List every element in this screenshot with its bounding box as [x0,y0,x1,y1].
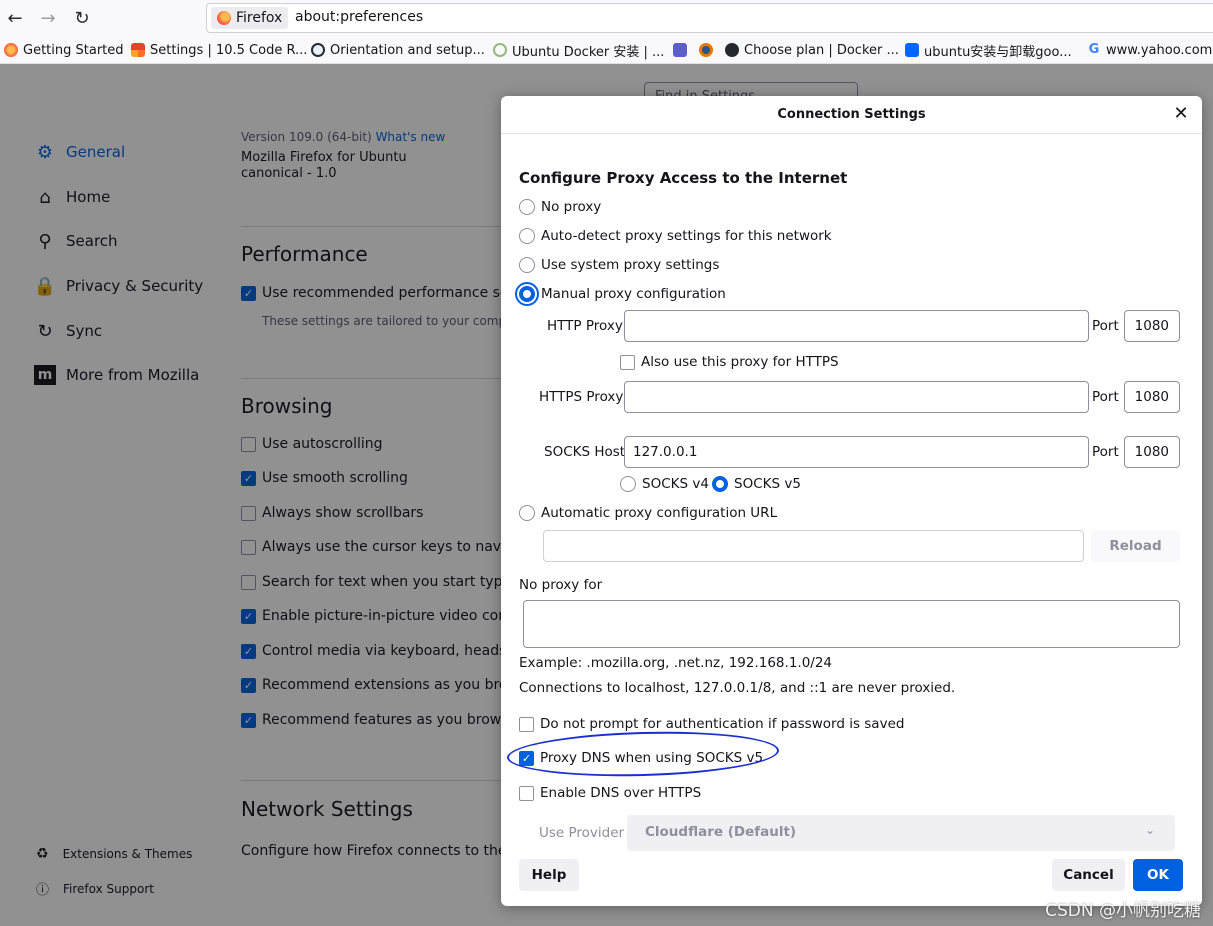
dns-over-https-checkbox[interactable]: Enable DNS over HTTPS [519,785,701,801]
bookmarks-toolbar: Getting Started Settings | 10.5 Code R..… [0,36,1213,64]
cancel-button[interactable]: Cancel [1052,859,1125,891]
identity-box[interactable]: Firefox [211,7,289,29]
radio-icon [620,476,636,492]
radio-auto-proxy-url[interactable]: Automatic proxy configuration URL [519,505,777,521]
firefox-icon [217,11,231,25]
teams-icon [673,43,687,57]
checkbox-icon [519,716,534,732]
bookmark-item[interactable] [673,41,687,59]
identity-label: Firefox [236,10,283,26]
bookmark-item[interactable]: ubuntu安装与卸载goo... [905,41,1072,60]
grid-icon [131,43,145,57]
http-proxy-input[interactable] [624,310,1089,342]
runoob-icon [493,43,507,57]
back-arrow-icon[interactable]: ← [5,8,25,29]
blender-icon [699,43,713,57]
bookmark-item[interactable]: Orientation and setup... [311,41,485,59]
radio-manual-proxy[interactable]: Manual proxy configuration [519,286,726,302]
browser-toolbar: ← → ↻ Firefox about:preferences [0,0,1213,36]
no-proxy-for-textarea[interactable] [523,600,1180,648]
socks-host-label: SOCKS Host [544,444,626,460]
also-https-checkbox[interactable]: Also use this proxy for HTTPS [620,354,839,370]
docker-globe-icon [311,43,325,57]
github-icon [725,43,739,57]
radio-no-proxy[interactable]: No proxy [519,199,601,215]
socks-host-input[interactable]: 127.0.0.1 [624,436,1089,468]
url-text[interactable]: about:preferences [295,9,423,25]
checkbox-icon [519,785,534,801]
radio-icon [519,228,535,244]
no-proxy-for-label: No proxy for [519,577,603,593]
https-proxy-label: HTTPS Proxy [539,389,624,405]
zhihu-icon [905,43,919,57]
http-proxy-label: HTTP Proxy [547,318,623,334]
bookmark-item[interactable]: Ubuntu Docker 安装 | ... [493,41,664,60]
https-proxy-input[interactable] [624,381,1089,413]
https-port-label: Port [1092,389,1119,405]
provider-select[interactable]: Cloudflare (Default) ⌄ [627,815,1175,851]
radio-icon [519,199,535,215]
google-icon: G [1088,42,1100,57]
radio-socks-v5[interactable]: SOCKS v5 [712,476,801,492]
chevron-down-icon: ⌄ [1144,823,1155,837]
proxy-heading: Configure Proxy Access to the Internet [519,169,848,187]
checkbox-icon [620,354,635,370]
reload-button[interactable]: Reload [1091,530,1180,562]
radio-auto-detect[interactable]: Auto-detect proxy settings for this netw… [519,228,832,244]
auto-proxy-url-input[interactable] [543,530,1084,562]
forward-arrow-icon[interactable]: → [38,8,58,29]
no-proxy-example: Example: .mozilla.org, .net.nz, 192.168.… [519,655,833,671]
ok-button[interactable]: OK [1133,859,1183,891]
firefox-icon [4,43,18,57]
bookmark-item[interactable] [699,41,713,59]
radio-icon [519,286,535,302]
radio-system-proxy[interactable]: Use system proxy settings [519,257,719,273]
bookmark-item[interactable]: Gwww.yahoo.com. [1087,41,1213,59]
reload-icon[interactable]: ↻ [72,8,92,29]
connection-settings-dialog: Connection Settings ✕ Configure Proxy Ac… [501,96,1202,906]
radio-icon [712,476,728,492]
no-auth-prompt-checkbox[interactable]: Do not prompt for authentication if pass… [519,716,904,732]
bookmark-item[interactable]: Choose plan | Docker ... [725,41,899,59]
use-provider-label: Use Provider [539,825,625,841]
bookmark-item[interactable]: Getting Started [4,41,124,59]
help-button[interactable]: Help [519,859,579,891]
dialog-title: Connection Settings [501,96,1202,134]
radio-socks-v4[interactable]: SOCKS v4 [620,476,709,492]
radio-icon [519,257,535,273]
socks-port-input[interactable]: 1080 [1124,436,1180,468]
watermark: CSDN @小帆别吃糖 [1045,901,1201,921]
url-bar[interactable]: Firefox about:preferences [206,3,1213,33]
bookmark-item[interactable]: Settings | 10.5 Code R... [131,41,307,59]
socks-port-label: Port [1092,444,1119,460]
https-port-input[interactable]: 1080 [1124,381,1180,413]
close-icon[interactable]: ✕ [1172,105,1190,123]
http-port-label: Port [1092,318,1119,334]
localhost-note: Connections to localhost, 127.0.0.1/8, a… [519,680,956,696]
http-port-input[interactable]: 1080 [1124,310,1180,342]
radio-icon [519,505,535,521]
